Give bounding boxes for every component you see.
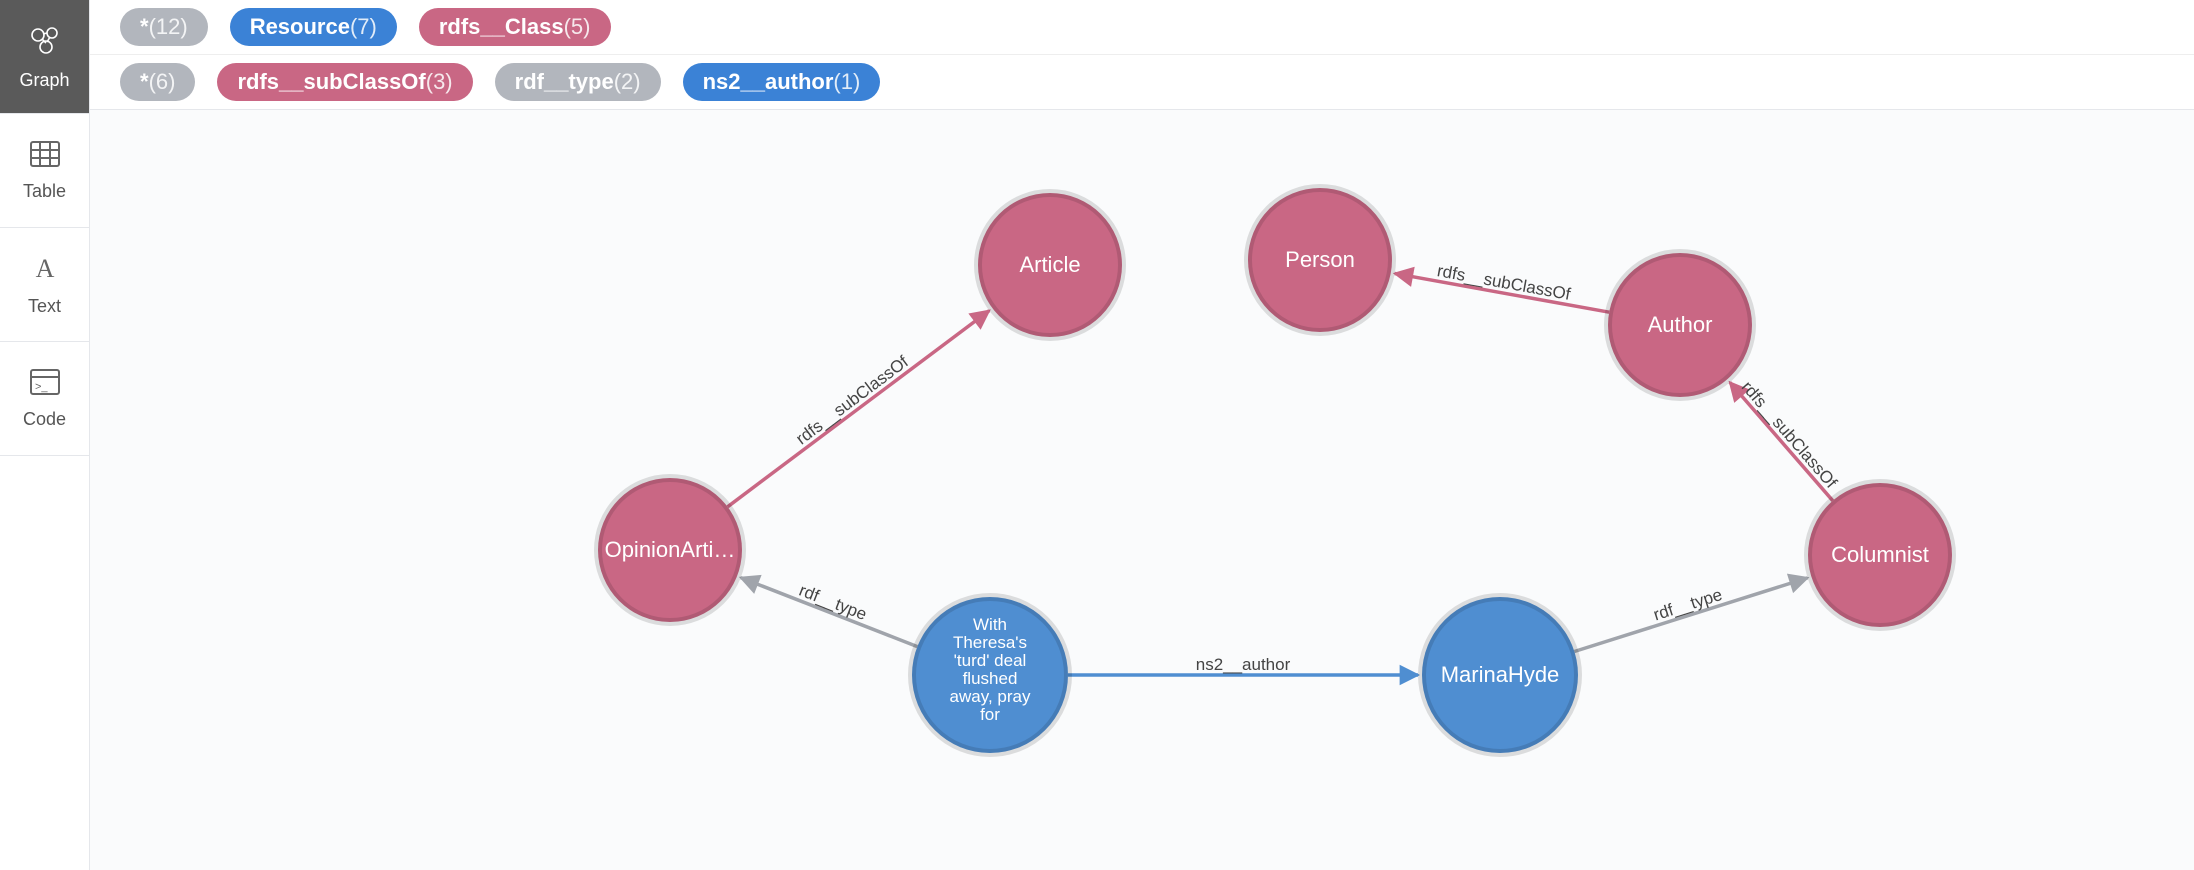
edge-label-4: rdf__type xyxy=(1651,585,1724,624)
edge-rdfs__subClassOf[interactable] xyxy=(1730,382,1833,500)
node-label: OpinionArti… xyxy=(605,537,736,562)
node-tag-pill-0[interactable]: *(12) xyxy=(120,8,208,46)
node-opinion[interactable]: OpinionArti… xyxy=(598,478,742,622)
pill-name: ns2__author xyxy=(703,63,834,101)
sidebar-item-graph[interactable]: Graph xyxy=(0,0,89,114)
edge-tag-pill-0[interactable]: *(6) xyxy=(120,63,195,101)
node-columnist[interactable]: Columnist xyxy=(1808,483,1952,627)
edge-tag-pill-3[interactable]: ns2__author(1) xyxy=(683,63,881,101)
tagbar-edges: *(6) rdfs__subClassOf(3) rdf__type(2) ns2__… xyxy=(90,55,2194,110)
sidebar-code-label: Code xyxy=(23,409,66,430)
pill-name: * xyxy=(140,8,149,46)
sidebar-item-table[interactable]: Table xyxy=(0,114,89,228)
pill-count: (7) xyxy=(350,8,377,46)
node-marina[interactable]: MarinaHyde xyxy=(1422,597,1578,753)
code-icon: >_ xyxy=(29,368,61,401)
edge-label-3: rdf__type xyxy=(796,581,869,624)
edge-label-5: ns2__author xyxy=(1196,655,1291,674)
node-article[interactable]: Article xyxy=(978,193,1122,337)
graph-canvas[interactable]: rdfs__subClassOf rdfs__subClassOf rdfs__su… xyxy=(90,110,2194,870)
node-label: Columnist xyxy=(1831,542,1929,567)
node-label: Author xyxy=(1648,312,1713,337)
pill-count: (6) xyxy=(149,63,176,101)
pill-count: (2) xyxy=(614,63,641,101)
sidebar-item-text[interactable]: A Text xyxy=(0,228,89,342)
edge-tag-pill-1[interactable]: rdfs__subClassOf(3) xyxy=(217,63,472,101)
svg-text:>_: >_ xyxy=(35,381,48,393)
text-icon: A xyxy=(30,253,60,288)
pill-name: Resource xyxy=(250,8,350,46)
pill-name: rdfs__subClassOf xyxy=(237,63,425,101)
node-label: Article xyxy=(1019,252,1080,277)
graph-icon xyxy=(28,23,62,62)
edge-label-1: rdfs__subClassOf xyxy=(1436,261,1573,304)
sidebar: Graph Table A Text >_ Code xyxy=(0,0,90,870)
edge-rdf__type[interactable] xyxy=(741,578,918,647)
sidebar-table-label: Table xyxy=(23,181,66,202)
table-icon xyxy=(29,140,61,173)
node-person[interactable]: Person xyxy=(1248,188,1392,332)
node-tag-pill-1[interactable]: Resource(7) xyxy=(230,8,397,46)
node-label: MarinaHyde xyxy=(1441,662,1560,687)
tagbar-nodes: *(12) Resource(7) rdfs__Class(5) xyxy=(90,0,2194,55)
pill-name: rdfs__Class xyxy=(439,8,564,46)
pill-count: (1) xyxy=(833,63,860,101)
edge-rdf__type[interactable] xyxy=(1574,578,1807,652)
edge-rdfs__subClassOf[interactable] xyxy=(728,311,990,507)
sidebar-graph-label: Graph xyxy=(19,70,69,91)
svg-text:A: A xyxy=(35,254,54,283)
edge-tag-pill-2[interactable]: rdf__type(2) xyxy=(495,63,661,101)
main: *(12) Resource(7) rdfs__Class(5) *(6) rdfs_… xyxy=(90,0,2194,870)
edge-label-0: rdfs__subClassOf xyxy=(792,352,912,448)
edge-label-2: rdfs__subClassOf xyxy=(1738,377,1841,492)
pill-name: * xyxy=(140,63,149,101)
node-news[interactable]: WithTheresa's'turd' dealflushedaway, pra… xyxy=(912,597,1068,753)
pill-count: (12) xyxy=(149,8,188,46)
sidebar-item-code[interactable]: >_ Code xyxy=(0,342,89,456)
node-label: Person xyxy=(1285,247,1355,272)
node-tag-pill-2[interactable]: rdfs__Class(5) xyxy=(419,8,611,46)
pill-name: rdf__type xyxy=(515,63,614,101)
pill-count: (3) xyxy=(426,63,453,101)
pill-count: (5) xyxy=(564,8,591,46)
sidebar-text-label: Text xyxy=(28,296,61,317)
node-author[interactable]: Author xyxy=(1608,253,1752,397)
